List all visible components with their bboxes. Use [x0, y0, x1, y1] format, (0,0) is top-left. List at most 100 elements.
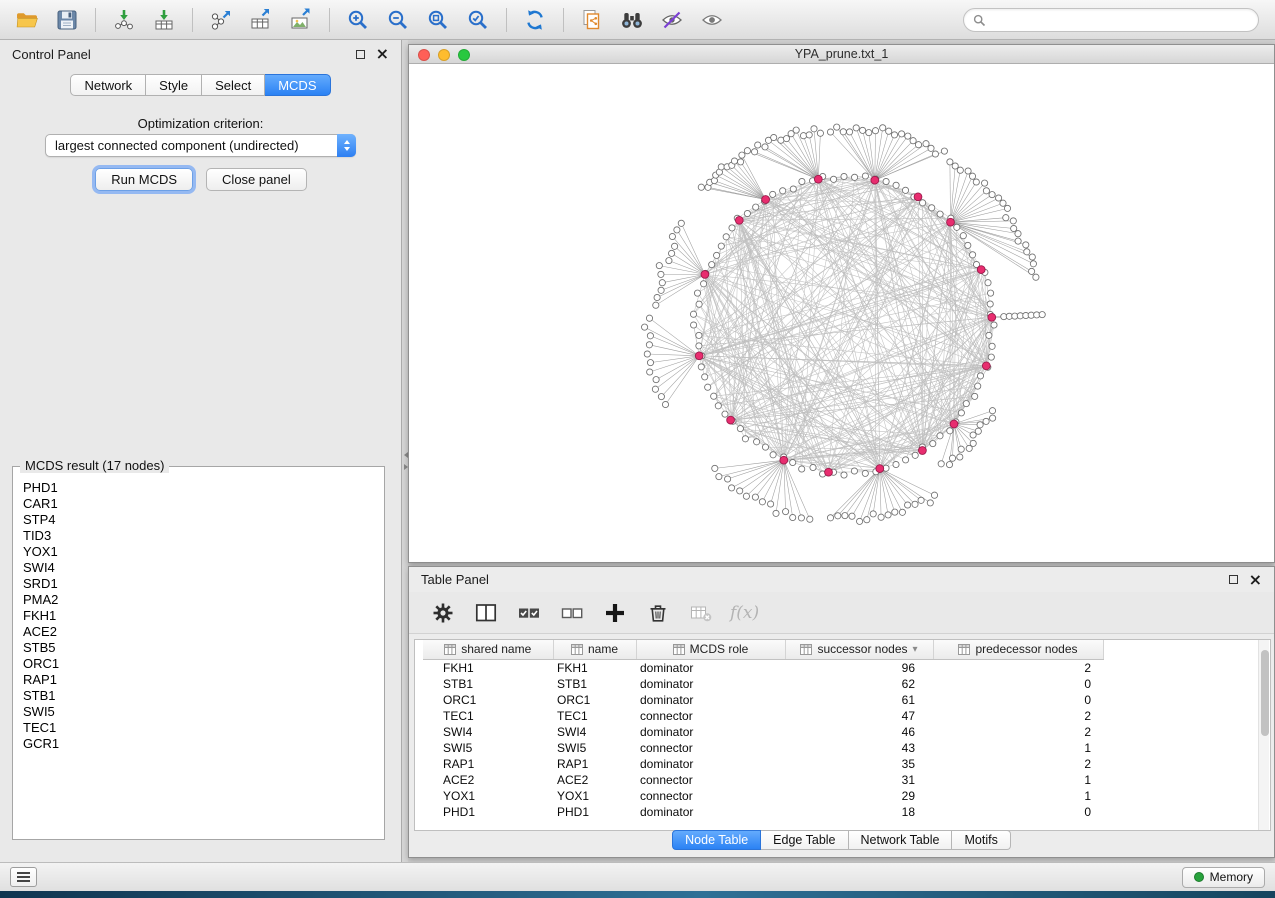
table-row[interactable]: TEC1TEC1connector472: [423, 708, 1103, 724]
column-type-icon: [673, 644, 685, 655]
table-row[interactable]: STB1STB1dominator620: [423, 676, 1103, 692]
maximize-window-icon[interactable]: [458, 49, 470, 61]
column-header-predecessor-nodes[interactable]: predecessor nodes: [933, 640, 1103, 659]
collapse-left-icon[interactable]: [401, 452, 408, 458]
mcds-result-item[interactable]: PHD1: [23, 480, 384, 496]
search-box[interactable]: [963, 8, 1259, 32]
close-window-icon[interactable]: [418, 49, 430, 61]
open-file-button[interactable]: [8, 4, 46, 36]
column-header-name[interactable]: name: [553, 640, 636, 659]
mcds-result-item[interactable]: CAR1: [23, 496, 384, 512]
refresh-icon: [522, 7, 548, 33]
column-header-successor-nodes[interactable]: successor nodes▾: [785, 640, 933, 659]
table-row[interactable]: RAP1RAP1dominator352: [423, 756, 1103, 772]
table-row[interactable]: YOX1YOX1connector291: [423, 788, 1103, 804]
mcds-result-item[interactable]: TEC1: [23, 720, 384, 736]
select-all-rows-button[interactable]: [515, 599, 543, 627]
mcds-result-item[interactable]: STP4: [23, 512, 384, 528]
column-header-mcds-role[interactable]: MCDS role: [636, 640, 785, 659]
mcds-result-item[interactable]: TID3: [23, 528, 384, 544]
status-menu-button[interactable]: [10, 867, 37, 887]
zoom-out-button[interactable]: [379, 4, 417, 36]
tab-motifs[interactable]: Motifs: [952, 830, 1010, 850]
minimize-window-icon[interactable]: [438, 49, 450, 61]
float-panel-button[interactable]: [356, 50, 365, 59]
table-row[interactable]: SWI5SWI5connector431: [423, 740, 1103, 756]
sort-dropdown-icon[interactable]: ▾: [913, 644, 918, 655]
network-window-titlebar[interactable]: YPA_prune.txt_1: [409, 45, 1274, 64]
import-network-button[interactable]: [105, 4, 143, 36]
network-graph[interactable]: [409, 64, 1274, 561]
zoom-selected-button[interactable]: [459, 4, 497, 36]
export-image-button[interactable]: [282, 4, 320, 36]
deselect-all-rows-button[interactable]: [558, 599, 586, 627]
tab-node-table[interactable]: Node Table: [672, 830, 761, 850]
export-network-button[interactable]: [202, 4, 240, 36]
node-table-container: shared name name MCDS role successor nod…: [414, 639, 1271, 831]
mcds-result-item[interactable]: ACE2: [23, 624, 384, 640]
search-icon: [973, 14, 986, 27]
toolbar-separator: [329, 8, 330, 32]
mcds-result-groupbox: MCDS result (17 nodes) PHD1CAR1STP4TID3Y…: [12, 466, 385, 840]
close-table-panel-button[interactable]: ×: [1249, 574, 1262, 586]
close-panel-button-2[interactable]: Close panel: [206, 168, 307, 191]
memory-label: Memory: [1210, 870, 1253, 884]
mcds-result-item[interactable]: PMA2: [23, 592, 384, 608]
mcds-result-item[interactable]: SRD1: [23, 576, 384, 592]
table-header-row: shared name name MCDS role successor nod…: [423, 640, 1103, 659]
control-panel-header: Control Panel ×: [0, 40, 401, 68]
table-settings-button[interactable]: [429, 599, 457, 627]
tab-style[interactable]: Style: [146, 74, 202, 96]
refresh-button[interactable]: [516, 4, 554, 36]
control-panel-tabs: Network Style Select MCDS: [0, 74, 401, 96]
scrollbar-thumb[interactable]: [1261, 650, 1269, 736]
copy-network-button[interactable]: [573, 4, 611, 36]
tab-edge-table[interactable]: Edge Table: [761, 830, 848, 850]
delete-column-button[interactable]: [644, 599, 672, 627]
export-table-button[interactable]: [242, 4, 280, 36]
node-table-body: FKH1FKH1dominator962STB1STB1dominator620…: [423, 659, 1103, 820]
mcds-result-item[interactable]: RAP1: [23, 672, 384, 688]
criterion-dropdown-value: largest connected component (undirected): [55, 138, 299, 153]
criterion-dropdown[interactable]: largest connected component (undirected): [45, 134, 356, 157]
mcds-result-item[interactable]: ORC1: [23, 656, 384, 672]
tab-network-table[interactable]: Network Table: [849, 830, 953, 850]
mcds-result-item[interactable]: YOX1: [23, 544, 384, 560]
table-row[interactable]: ORC1ORC1dominator610: [423, 692, 1103, 708]
float-table-panel-button[interactable]: [1229, 575, 1238, 584]
search-network-button[interactable]: [613, 4, 651, 36]
run-mcds-button[interactable]: Run MCDS: [95, 168, 193, 191]
table-row[interactable]: ACE2ACE2connector311: [423, 772, 1103, 788]
memory-button[interactable]: Memory: [1182, 867, 1265, 888]
close-panel-button[interactable]: ×: [376, 48, 389, 60]
tab-select[interactable]: Select: [202, 74, 265, 96]
mcds-result-item[interactable]: STB1: [23, 688, 384, 704]
table-scrollbar[interactable]: [1258, 640, 1269, 830]
create-column-button[interactable]: [601, 599, 629, 627]
network-canvas[interactable]: [409, 64, 1274, 561]
mcds-result-item[interactable]: FKH1: [23, 608, 384, 624]
zoom-in-icon: [345, 7, 371, 33]
tab-network[interactable]: Network: [70, 74, 146, 96]
import-table-button[interactable]: [145, 4, 183, 36]
zoom-fit-button[interactable]: [419, 4, 457, 36]
table-row[interactable]: PHD1PHD1dominator180: [423, 804, 1103, 820]
search-input[interactable]: [992, 13, 1249, 27]
tab-mcds[interactable]: MCDS: [265, 74, 330, 96]
toggle-graphics-details-button[interactable]: [653, 4, 691, 36]
toolbar-separator: [563, 8, 564, 32]
mcds-result-list[interactable]: PHD1CAR1STP4TID3YOX1SWI4SRD1PMA2FKH1ACE2…: [13, 467, 384, 839]
table-row[interactable]: FKH1FKH1dominator962: [423, 659, 1103, 676]
mcds-result-item[interactable]: SWI5: [23, 704, 384, 720]
table-row[interactable]: SWI4SWI4dominator462: [423, 724, 1103, 740]
mcds-result-item[interactable]: GCR1: [23, 736, 384, 752]
export-image-icon: [288, 7, 314, 33]
show-columns-button[interactable]: [472, 599, 500, 627]
zoom-in-button[interactable]: [339, 4, 377, 36]
show-hide-button[interactable]: [693, 4, 731, 36]
mcds-result-item[interactable]: SWI4: [23, 560, 384, 576]
column-header-shared-name[interactable]: shared name: [423, 640, 553, 659]
mcds-result-item[interactable]: STB5: [23, 640, 384, 656]
save-button[interactable]: [48, 4, 86, 36]
binoculars-icon: [618, 7, 646, 33]
